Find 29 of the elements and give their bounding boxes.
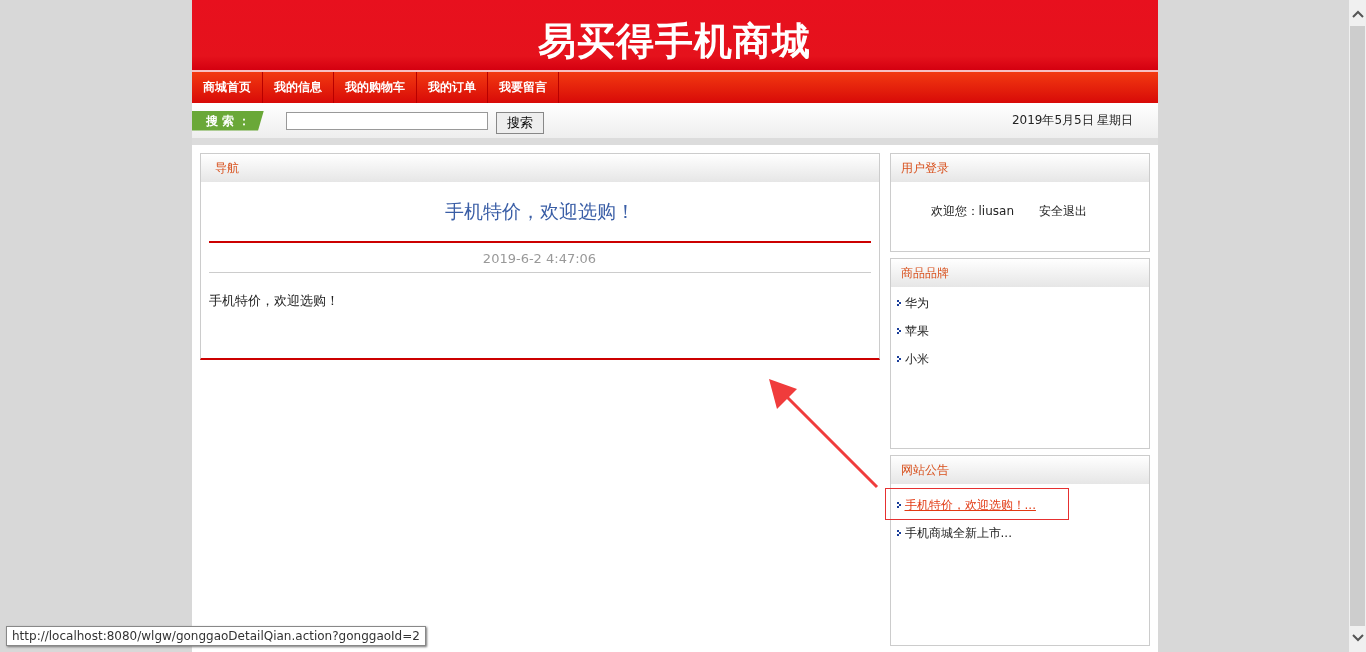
scroll-up-icon[interactable] bbox=[1351, 10, 1364, 18]
article-body: 手机特价，欢迎选购！ bbox=[207, 292, 340, 310]
search-label: 搜 索 ： bbox=[191, 110, 264, 131]
welcome-text: 欢迎您：liusan bbox=[930, 203, 1014, 220]
bullet-icon bbox=[896, 502, 901, 508]
brand-link[interactable]: 苹果 bbox=[904, 322, 929, 340]
notice-link[interactable]: 手机商城全新上市... bbox=[904, 524, 1012, 542]
bullet-icon bbox=[896, 356, 901, 362]
bullet-icon bbox=[896, 328, 901, 334]
article-title: 手机特价，欢迎选购！ bbox=[208, 182, 871, 243]
bullet-icon bbox=[896, 530, 901, 536]
notice-link[interactable]: 手机特价，欢迎选购！... bbox=[904, 496, 1036, 514]
status-url: http://localhost:8080/wlgw/gonggaoDetailQian.action?gonggaoId=2 bbox=[6, 626, 426, 646]
brand-link[interactable]: 华为 bbox=[904, 294, 929, 312]
article-time: 2019-6-2 4:47:06 bbox=[208, 243, 871, 273]
panel-title: 用户登录 bbox=[900, 159, 949, 177]
date-text: 2019年5月5日 星期日 bbox=[1011, 112, 1134, 129]
search-button[interactable]: 搜索 bbox=[495, 111, 544, 134]
brand-link[interactable]: 小米 bbox=[904, 350, 929, 368]
site-title: 易买得手机商城 bbox=[538, 17, 811, 65]
panel-title: 网站公告 bbox=[900, 461, 949, 479]
scroll-down-icon[interactable] bbox=[1351, 634, 1364, 642]
search-field[interactable] bbox=[285, 111, 488, 130]
panel-title: 导航 bbox=[214, 159, 239, 177]
scrollbar[interactable] bbox=[1349, 0, 1366, 652]
bullet-icon bbox=[896, 300, 901, 306]
logout-link[interactable]: 安全退出 bbox=[1039, 203, 1087, 220]
scroll-thumb[interactable] bbox=[1350, 26, 1365, 626]
panel-title: 商品品牌 bbox=[900, 264, 949, 282]
